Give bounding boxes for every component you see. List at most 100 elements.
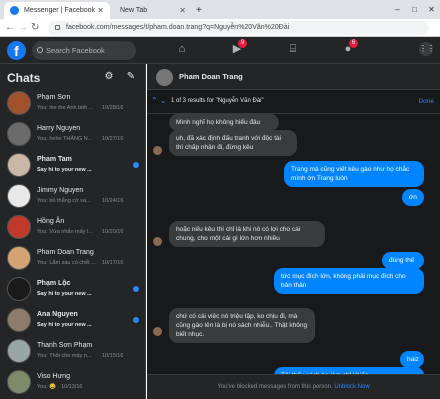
chat-list-item[interactable]: Phạm Sơn You: ihe ihe Anh biết ... 10/28/1… (0, 87, 145, 118)
chat-name: Phạm Sơn (37, 94, 71, 101)
chat-name: Pham Tam (37, 156, 72, 163)
avatar (153, 237, 162, 246)
find-prev-next-icon[interactable]: ⌃⌄ (151, 96, 168, 105)
search-icon (37, 47, 43, 53)
chat-preview: You: Thôi cho máy n... (37, 353, 92, 359)
tab-title: Messenger | Facebook (24, 7, 96, 14)
tab-new-tab[interactable]: New Tab ✕ (112, 2, 192, 19)
chat-timestamp: 10/24/16 (102, 198, 124, 204)
chat-timestamp: 10/27/16 (102, 136, 124, 142)
sent-message[interactable]: haiz (400, 351, 424, 368)
home-icon[interactable]: ⌂ (175, 42, 189, 56)
chat-list-item[interactable]: Jimmy Nguyen You: bỏ thắng cờ va... 10/24/… (0, 180, 145, 211)
chat-list-item[interactable]: Hồng Ân You: Vừa nhắn mấy l... 10/20/16 (0, 211, 145, 242)
conversation-header: Pham Doan Trang (147, 64, 440, 90)
unread-dot-icon (133, 317, 139, 323)
tab-messenger[interactable]: Messenger | Facebook ✕ (4, 2, 110, 19)
chat-name: Pham Doan Trang (37, 249, 94, 256)
search-input[interactable]: Search Facebook (32, 41, 136, 60)
chat-preview: Say hi to your new ... (37, 167, 92, 173)
chat-name: Ana Nguyen (37, 311, 78, 318)
avatar[interactable] (156, 69, 173, 86)
unread-dot-icon (133, 162, 139, 168)
minimize-button[interactable]: – (389, 0, 406, 19)
unblock-button[interactable]: Unblock Now (334, 384, 369, 390)
chat-name: Viso Hưng (37, 373, 70, 380)
chat-name: Harry Nguyen (37, 125, 81, 132)
avatar (7, 91, 31, 115)
chat-list-item[interactable]: Thanh Sơn Phạm You: Thôi cho máy n... 10/1… (0, 335, 145, 366)
sent-message[interactable]: Trang mà cũng viết kêu gào như họ chắc m… (284, 161, 424, 187)
search-placeholder: Search Facebook (46, 46, 105, 55)
tab-title: New Tab (120, 7, 148, 14)
find-result-text: 1 of 3 results for "Nguyễn Văn Đài" (171, 98, 264, 104)
blocked-notice: You've blocked messages from this person… (147, 374, 440, 399)
chat-timestamp: 10/15/16 (102, 353, 124, 359)
find-done-button[interactable]: Done (418, 98, 434, 105)
chat-timestamp: 10/17/16 (102, 260, 124, 266)
chats-sidebar: Chats ⚙ ✎ Phạm Sơn You: ihe ihe Anh biết … (0, 64, 146, 399)
facebook-logo-icon[interactable]: f (7, 41, 26, 60)
chats-title: Chats (7, 71, 41, 85)
chat-preview: You: Vừa nhắn mấy l... (37, 229, 93, 235)
chat-name: Jimmy Nguyen (37, 187, 84, 194)
chat-preview: You: ihe ihe Anh biết ... (37, 105, 94, 111)
avatar (7, 122, 31, 146)
close-tab-icon[interactable]: ✕ (179, 2, 186, 19)
close-tab-icon[interactable]: ✕ (97, 2, 104, 19)
new-message-icon[interactable]: ✎ (125, 71, 137, 83)
gear-icon[interactable]: ⚙ (103, 71, 115, 83)
unread-dot-icon (133, 286, 139, 292)
notification-badge: 6 (349, 39, 358, 48)
received-message[interactable]: hoặc nếu kêu thì chỉ là khi nó có lợi ch… (169, 221, 325, 247)
blocked-text: You've blocked messages from this person… (217, 384, 333, 390)
chat-timestamp: 10/20/16 (102, 229, 124, 235)
back-arrow-icon[interactable]: ← (5, 21, 15, 35)
chat-list-item[interactable]: Viso Hưng You: 😂 · 10/13/16 (0, 366, 145, 397)
url-text: facebook.com/messages/t/pham.doan.trang?… (66, 24, 290, 31)
avatar (7, 246, 31, 270)
groups-icon[interactable]: ● 6 (341, 39, 358, 56)
sent-message[interactable]: ớn (402, 189, 424, 206)
messenger-favicon-icon (10, 6, 19, 15)
menu-grid-icon[interactable]: ⋮⋮ (419, 42, 435, 56)
conversation-panel: Pham Doan Trang ⌃⌄ 1 of 3 results for "N… (147, 64, 440, 399)
window-controls: – □ ✕ (389, 0, 440, 19)
chat-preview: You: 😂 · 10/13/16 (37, 384, 83, 390)
avatar (7, 277, 31, 301)
chat-list-item[interactable]: Phạm Lộc Say hi to your new ... (0, 273, 145, 304)
chat-name: Thanh Sơn Phạm (37, 342, 93, 349)
avatar (153, 327, 162, 336)
watch-icon[interactable]: ▶ 9 (230, 39, 247, 56)
sent-message[interactable]: tức mục đích lớn, không phải mục đích ch… (274, 268, 424, 294)
avatar (153, 146, 162, 155)
notification-badge: 9 (238, 39, 247, 48)
sent-message[interactable]: đúng thế (382, 252, 424, 269)
facebook-top-bar: f Search Facebook ⌂ ▶ 9 ⌸ ● 6 ⋮⋮ (0, 37, 440, 64)
received-message[interactable]: Mình nghĩ họ không hiểu đâu (169, 114, 279, 131)
chat-list-item[interactable]: Harry Nguyen You: hehe THĂNG N... 10/27/16 (0, 118, 145, 149)
chat-list-item[interactable]: Pham Tam Say hi to your new ... (0, 149, 145, 180)
forward-arrow-icon[interactable]: → (18, 21, 28, 35)
browser-window: Messenger | Facebook ✕ New Tab ✕ + – □ ✕ ←… (0, 0, 440, 399)
avatar (7, 370, 31, 394)
chat-preview: You: Lắm sau có chết ... (37, 260, 96, 266)
close-window-button[interactable]: ✕ (423, 0, 440, 19)
tab-strip: Messenger | Facebook ✕ New Tab ✕ + – □ ✕ (0, 0, 440, 19)
maximize-button[interactable]: □ (406, 0, 423, 19)
lock-icon (55, 25, 60, 30)
marketplace-icon[interactable]: ⌸ (286, 42, 300, 56)
avatar (7, 215, 31, 239)
chat-list-item[interactable]: Pham Doan Trang You: Lắm sau có chết ... 1… (0, 242, 145, 273)
received-message[interactable]: chứ có cái việc nó triệu tập, ko chịu đi… (169, 308, 315, 343)
chat-preview: You: bỏ thắng cờ va... (37, 198, 91, 204)
new-tab-button[interactable]: + (196, 2, 202, 19)
received-message[interactable]: uh, đã xác định đấu tranh với độc tài th… (169, 130, 297, 156)
url-field[interactable]: facebook.com/messages/t/pham.doan.trang?… (48, 21, 428, 35)
chat-name: Phạm Lộc (37, 280, 71, 287)
address-bar: ← → ↻ facebook.com/messages/t/pham.doan.… (0, 19, 440, 37)
conversation-name[interactable]: Pham Doan Trang (179, 72, 243, 81)
reload-icon[interactable]: ↻ (31, 21, 39, 35)
chat-list-item[interactable]: Ana Nguyen Say hi to your new ... (0, 304, 145, 335)
chat-preview: Say hi to your new ... (37, 322, 92, 328)
